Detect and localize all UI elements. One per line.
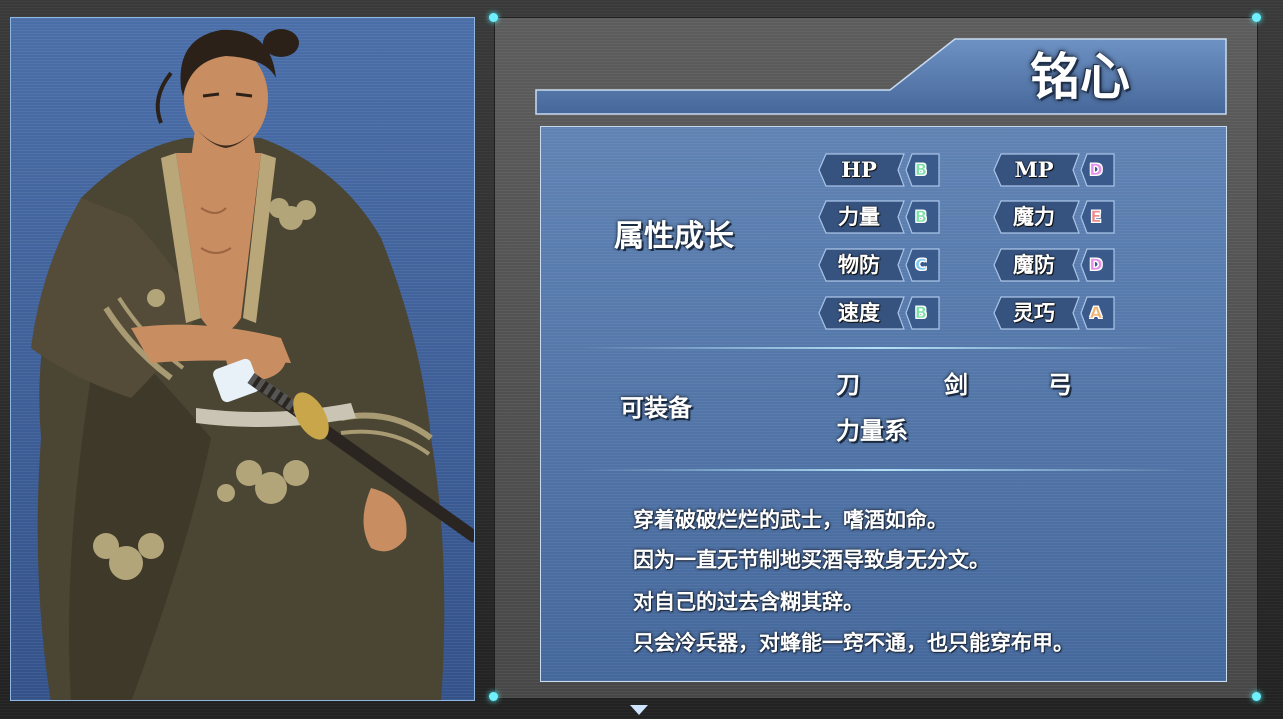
character-portrait [10,17,475,701]
stat-grade: B [914,207,928,227]
stat-chip: 灵巧 A [993,296,1115,330]
corner-dot-icon [1252,692,1261,701]
stat-label: 物防 [838,252,880,277]
description-line: 因为一直无节制地买酒导致身无分文。 [633,548,990,572]
stat-label: 魔力 [1013,204,1055,229]
corner-dot-icon [489,13,498,22]
down-arrow-icon[interactable] [630,705,648,715]
stat-grade: E [1090,207,1102,227]
stat-grade: B [914,160,928,180]
stat-chip: MP D [993,153,1115,187]
stat-chip: 物防 C [818,248,940,282]
samurai-illustration [31,29,474,700]
stat-chip: 魔防 D [993,248,1115,282]
stat-grade: C [915,255,927,275]
section-divider [580,347,1180,349]
stat-label: 魔防 [1013,252,1055,277]
stat-grade: B [914,303,928,323]
stat-label: 力量 [838,204,880,229]
stat-chip: 魔力 E [993,200,1115,234]
stat-label: 灵巧 [1013,300,1055,325]
stat-grade: A [1089,303,1103,323]
stat-label: MP [1014,157,1054,182]
equip-label: 可装备 [620,394,692,422]
weapon-type-1: 剑 [944,371,968,399]
weapon-type-0: 刀 [836,371,860,399]
stat-label: 速度 [838,300,880,325]
stat-label: HP [841,157,877,182]
growth-label: 属性成长 [614,219,734,254]
stat-grade: D [1089,255,1103,275]
description-line: 对自己的过去含糊其辞。 [633,590,864,614]
stat-chip: HP B [818,153,940,187]
weapon-type-2: 弓 [1048,371,1072,399]
character-name: 铭心 [1030,47,1130,106]
stat-chip: 速度 B [818,296,940,330]
equip-class: 力量系 [836,417,908,445]
stat-grade: D [1089,160,1103,180]
description-line: 只会冷兵器，对蜂能一窍不通，也只能穿布甲。 [633,631,1074,655]
corner-dot-icon [1252,13,1261,22]
stat-chip: 力量 B [818,200,940,234]
corner-dot-icon [489,692,498,701]
section-divider [580,469,1190,471]
description-line: 穿着破破烂烂的武士，嗜酒如命。 [633,508,948,532]
